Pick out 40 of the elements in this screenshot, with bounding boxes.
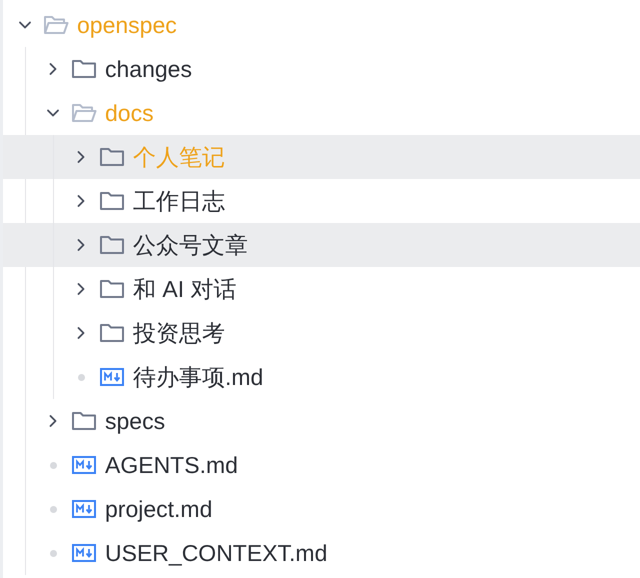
folder-name: specs [105, 406, 166, 436]
markdown-file-icon [72, 456, 96, 474]
folder-row[interactable]: 和 AI 对话 [3, 267, 640, 311]
folder-icon [71, 410, 97, 432]
folder-icon [71, 58, 97, 80]
file-name: 待办事项.md [133, 362, 264, 392]
file-name: project.md [105, 494, 212, 524]
folder-icon [99, 190, 125, 212]
open-folder-icon [71, 102, 97, 124]
file-name: USER_CONTEXT.md [105, 538, 328, 568]
folder-icon [99, 234, 125, 256]
markdown-file-icon [100, 368, 124, 386]
markdown-file-icon [72, 544, 96, 562]
folder-icon [99, 146, 125, 168]
folder-name: 工作日志 [133, 186, 225, 216]
open-folder-icon [43, 14, 69, 36]
folder-row[interactable]: specs [3, 399, 640, 443]
folder-name: 公众号文章 [133, 230, 248, 260]
file-name: AGENTS.md [105, 450, 238, 480]
file-row[interactable]: project.md [3, 487, 640, 531]
bullet-icon [78, 374, 84, 380]
bullet-icon [50, 462, 56, 468]
folder-icon [99, 278, 125, 300]
folder-name: 投资思考 [133, 318, 225, 348]
folder-row[interactable]: 公众号文章 [3, 223, 640, 267]
file-row[interactable]: 待办事项.md [3, 355, 640, 399]
markdown-file-icon [72, 500, 96, 518]
folder-name: openspec [77, 10, 177, 40]
folder-name: 个人笔记 [133, 142, 225, 172]
folder-name: 和 AI 对话 [133, 274, 237, 304]
bullet-icon [50, 506, 56, 512]
folder-row[interactable]: changes [3, 47, 640, 91]
folder-row[interactable]: 投资思考 [3, 311, 640, 355]
file-row[interactable]: AGENTS.md [3, 443, 640, 487]
folder-name: changes [105, 54, 192, 84]
folder-name: docs [105, 98, 154, 128]
file-row[interactable]: USER_CONTEXT.md [3, 531, 640, 575]
folder-icon [99, 322, 125, 344]
bullet-icon [50, 550, 56, 556]
folder-row[interactable]: 工作日志 [3, 179, 640, 223]
